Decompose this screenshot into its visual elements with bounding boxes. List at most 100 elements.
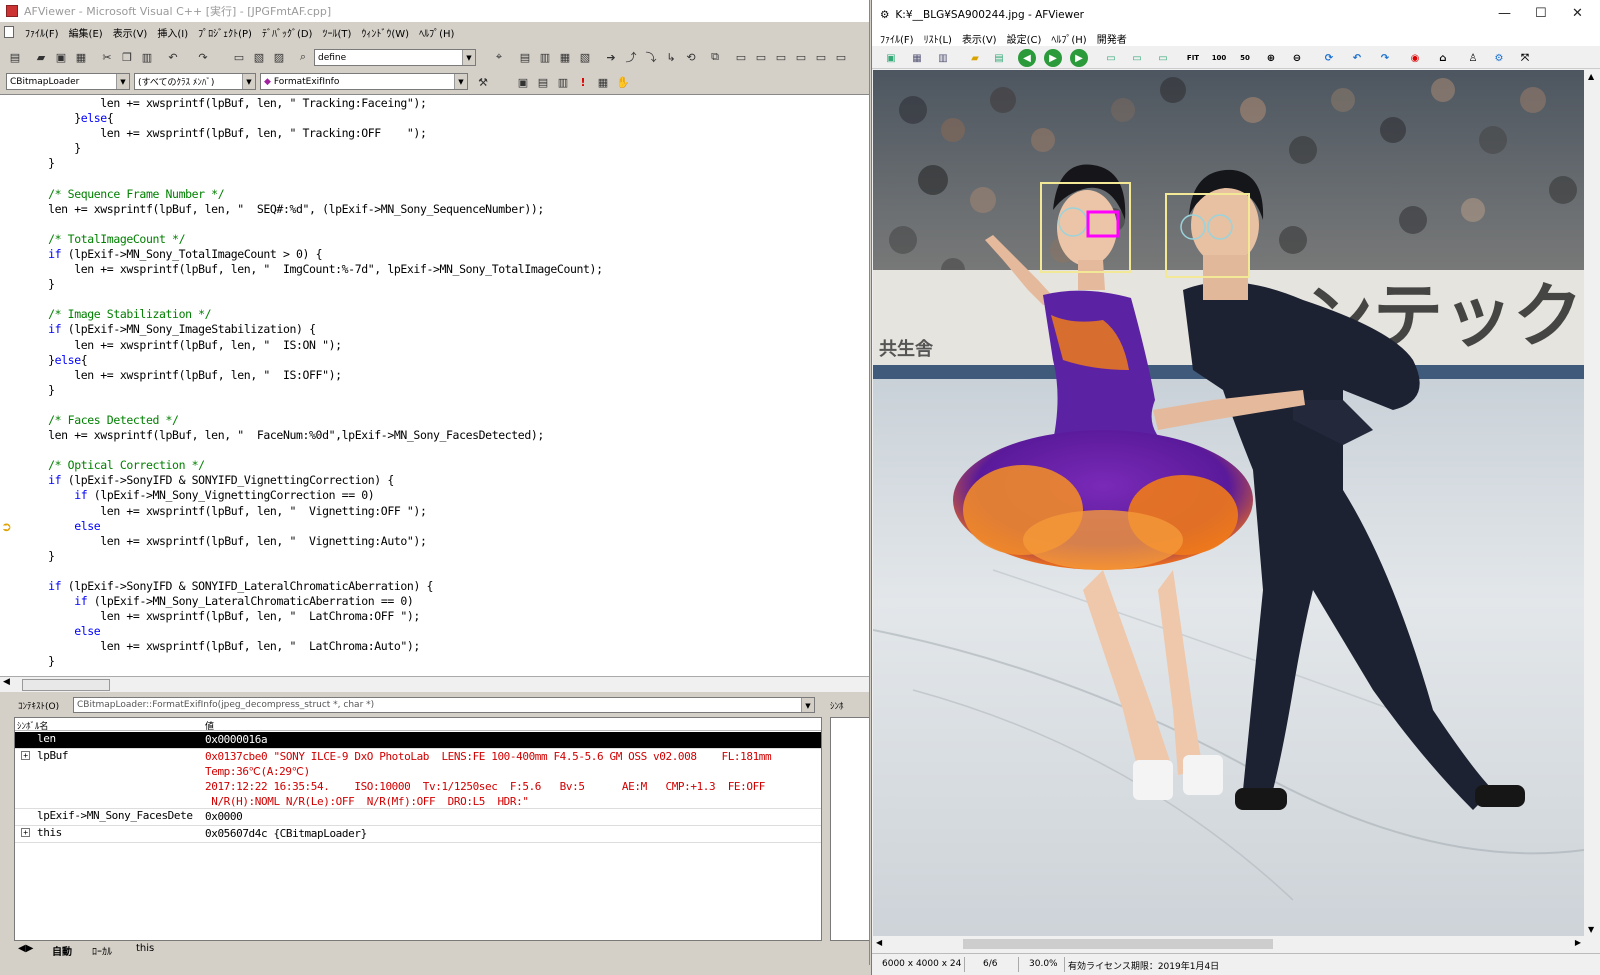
menu-help[interactable]: ﾍﾙﾌﾟ(H): [414, 25, 459, 40]
af-menu-view[interactable]: 表示(V): [957, 31, 1002, 46]
code-editor[interactable]: ➲ len += xwsprintf(lpBuf, len, " Trackin…: [0, 94, 869, 676]
lock-icon[interactable]: ⌂: [1434, 49, 1452, 67]
code-line[interactable]: [22, 292, 603, 307]
build-all-mini-icon[interactable]: ▤: [534, 73, 552, 91]
zoom-in-icon[interactable]: ⊕: [1262, 49, 1280, 67]
code-line[interactable]: len += xwsprintf(lpBuf, len, " LatChroma…: [22, 609, 603, 624]
code-line[interactable]: }: [22, 277, 603, 292]
play-icon[interactable]: ▶: [1044, 49, 1062, 67]
code-line[interactable]: }else{: [22, 111, 603, 126]
save-icon[interactable]: ▣: [52, 48, 70, 66]
code-line[interactable]: if (lpExif->MN_Sony_LateralChromaticAber…: [22, 594, 603, 609]
redo-icon[interactable]: ↷: [194, 48, 212, 66]
window-list-icon[interactable]: ▨: [270, 48, 288, 66]
code-line[interactable]: }: [22, 383, 603, 398]
code-line[interactable]: len += xwsprintf(lpBuf, len, " SEQ#:%d",…: [22, 202, 603, 217]
variables-list[interactable]: ｼﾝﾎﾞﾙ名 値 len 0x0000016a + lpBuf 0x0137cb…: [14, 717, 822, 941]
variable-value[interactable]: 0x0137cbe0 "SONY ILCE-9 DxO PhotoLab LEN…: [205, 749, 772, 809]
output-window-icon[interactable]: ▧: [250, 48, 268, 66]
menu-file[interactable]: ﾌｧｲﾙ(F): [20, 25, 64, 40]
variable-value[interactable]: 0x0000: [205, 809, 243, 824]
code-line[interactable]: len += xwsprintf(lpBuf, len, " Vignettin…: [22, 504, 603, 519]
photo-vertical-scrollbar[interactable]: ▲ ▼: [1584, 70, 1600, 936]
code-line[interactable]: [22, 443, 603, 458]
settings-gear-icon[interactable]: ⚙: [1490, 49, 1508, 67]
column-value[interactable]: 値: [205, 719, 214, 732]
code-text[interactable]: len += xwsprintf(lpBuf, len, " Tracking:…: [22, 96, 603, 670]
code-line[interactable]: if (lpExif->MN_Sony_VignettingCorrection…: [22, 488, 603, 503]
code-line[interactable]: /* Faces Detected */: [22, 413, 603, 428]
photo-view[interactable]: ンテック 共生舎: [873, 70, 1584, 936]
menu-tools[interactable]: ﾂｰﾙ(T): [317, 25, 356, 40]
code-line[interactable]: len += xwsprintf(lpBuf, len, " Tracking:…: [22, 96, 603, 111]
build-icon[interactable]: ▥: [536, 48, 554, 66]
code-line[interactable]: if (lpExif->SonyIFD & SONYIFD_Vignetting…: [22, 473, 603, 488]
breakpoint-icon[interactable]: ▦: [594, 73, 612, 91]
code-line[interactable]: len += xwsprintf(lpBuf, len, " IS:OFF");: [22, 368, 603, 383]
code-line[interactable]: if (lpExif->MN_Sony_TotalImageCount > 0)…: [22, 247, 603, 262]
code-line[interactable]: len += xwsprintf(lpBuf, len, " Tracking:…: [22, 126, 603, 141]
cut-icon[interactable]: ✂: [98, 48, 116, 66]
context-combo[interactable]: CBitmapLoader::FormatExifInfo(jpeg_decom…: [73, 697, 815, 713]
zoom-fit-icon[interactable]: FIT: [1184, 49, 1202, 67]
stop-build-icon[interactable]: ▦: [556, 48, 574, 66]
scroll-left-icon[interactable]: ◀: [3, 677, 10, 687]
workspace-icon[interactable]: ▭: [230, 48, 248, 66]
maximize-icon[interactable]: ☐: [1535, 6, 1547, 21]
code-line[interactable]: len += xwsprintf(lpBuf, len, " FaceNum:%…: [22, 428, 603, 443]
execute-icon[interactable]: ▧: [576, 48, 594, 66]
step-into-icon[interactable]: ➔: [602, 48, 620, 66]
code-line[interactable]: }: [22, 141, 603, 156]
compile-icon[interactable]: ▤: [516, 48, 534, 66]
code-line[interactable]: }: [22, 549, 603, 564]
code-line[interactable]: /* TotalImageCount */: [22, 232, 603, 247]
code-line[interactable]: }: [22, 156, 603, 171]
person-icon[interactable]: ♙: [1464, 49, 1482, 67]
copy-icon[interactable]: ❐: [118, 48, 136, 66]
find-combo[interactable]: define ▼: [314, 49, 476, 66]
thumbnail-view-icon[interactable]: ▥: [934, 49, 952, 67]
callstack-window-icon[interactable]: ▭: [812, 48, 830, 66]
scroll-up-icon[interactable]: ▲: [1588, 72, 1594, 81]
column-symbol-name[interactable]: ｼﾝﾎﾞﾙ名: [17, 719, 49, 732]
zoom-50-icon[interactable]: 50: [1236, 49, 1254, 67]
expand-icon[interactable]: +: [21, 751, 30, 760]
paste-icon[interactable]: ▥: [138, 48, 156, 66]
scroll-right-icon[interactable]: ▶: [1575, 938, 1581, 947]
previous-arrow-icon[interactable]: ◀: [1018, 49, 1036, 67]
scroll-down-icon[interactable]: ▼: [1588, 925, 1594, 934]
variable-row-len[interactable]: len 0x0000016a: [15, 732, 821, 749]
go-icon[interactable]: !: [574, 73, 592, 91]
editor-horizontal-scrollbar[interactable]: ◀: [0, 676, 869, 692]
rotate-left-icon[interactable]: ↶: [1348, 49, 1366, 67]
undo-icon[interactable]: ↶: [164, 48, 182, 66]
menu-debug[interactable]: ﾃﾞﾊﾞｯｸﾞ(D): [257, 25, 318, 40]
scroll-left-icon[interactable]: ◀: [876, 938, 882, 947]
step-out-icon[interactable]: ⤵: [642, 48, 660, 66]
refresh-icon[interactable]: ⟳: [1320, 49, 1338, 67]
menu-project[interactable]: ﾌﾟﾛｼﾞｪｸﾄ(P): [193, 25, 257, 40]
menu-view[interactable]: 表示(V): [108, 25, 153, 40]
code-line[interactable]: [22, 171, 603, 186]
fit-width-icon[interactable]: ▭: [1128, 49, 1146, 67]
scroll-thumb[interactable]: [963, 939, 1273, 949]
variable-row-lpbuf[interactable]: + lpBuf 0x0137cbe0 "SONY ILCE-9 DxO Phot…: [15, 749, 821, 809]
menu-insert[interactable]: 挿入(I): [152, 25, 193, 40]
variables-window-icon[interactable]: ▭: [752, 48, 770, 66]
build-mini-icon[interactable]: ▣: [514, 73, 532, 91]
code-line[interactable]: len += xwsprintf(lpBuf, len, " ImgCount:…: [22, 262, 603, 277]
watch-panel-list[interactable]: [830, 717, 869, 941]
tab-auto[interactable]: 自動: [52, 943, 72, 958]
af-menu-file[interactable]: ﾌｧｲﾙ(F): [875, 31, 919, 46]
open-folder-icon[interactable]: ▰: [32, 48, 50, 66]
run-to-cursor-icon[interactable]: ↳: [662, 48, 680, 66]
tab-local[interactable]: ﾛｰｶﾙ: [92, 943, 112, 958]
open-folder-icon[interactable]: ▰: [966, 49, 984, 67]
editor-gutter[interactable]: [0, 95, 18, 676]
code-line[interactable]: [22, 398, 603, 413]
quickwatch-icon[interactable]: ⟲: [682, 48, 700, 66]
list-view-icon[interactable]: ▦: [908, 49, 926, 67]
rotate-right-icon[interactable]: ↷: [1376, 49, 1394, 67]
code-line[interactable]: len += xwsprintf(lpBuf, len, " Vignettin…: [22, 534, 603, 549]
code-line[interactable]: len += xwsprintf(lpBuf, len, " LatChroma…: [22, 639, 603, 654]
